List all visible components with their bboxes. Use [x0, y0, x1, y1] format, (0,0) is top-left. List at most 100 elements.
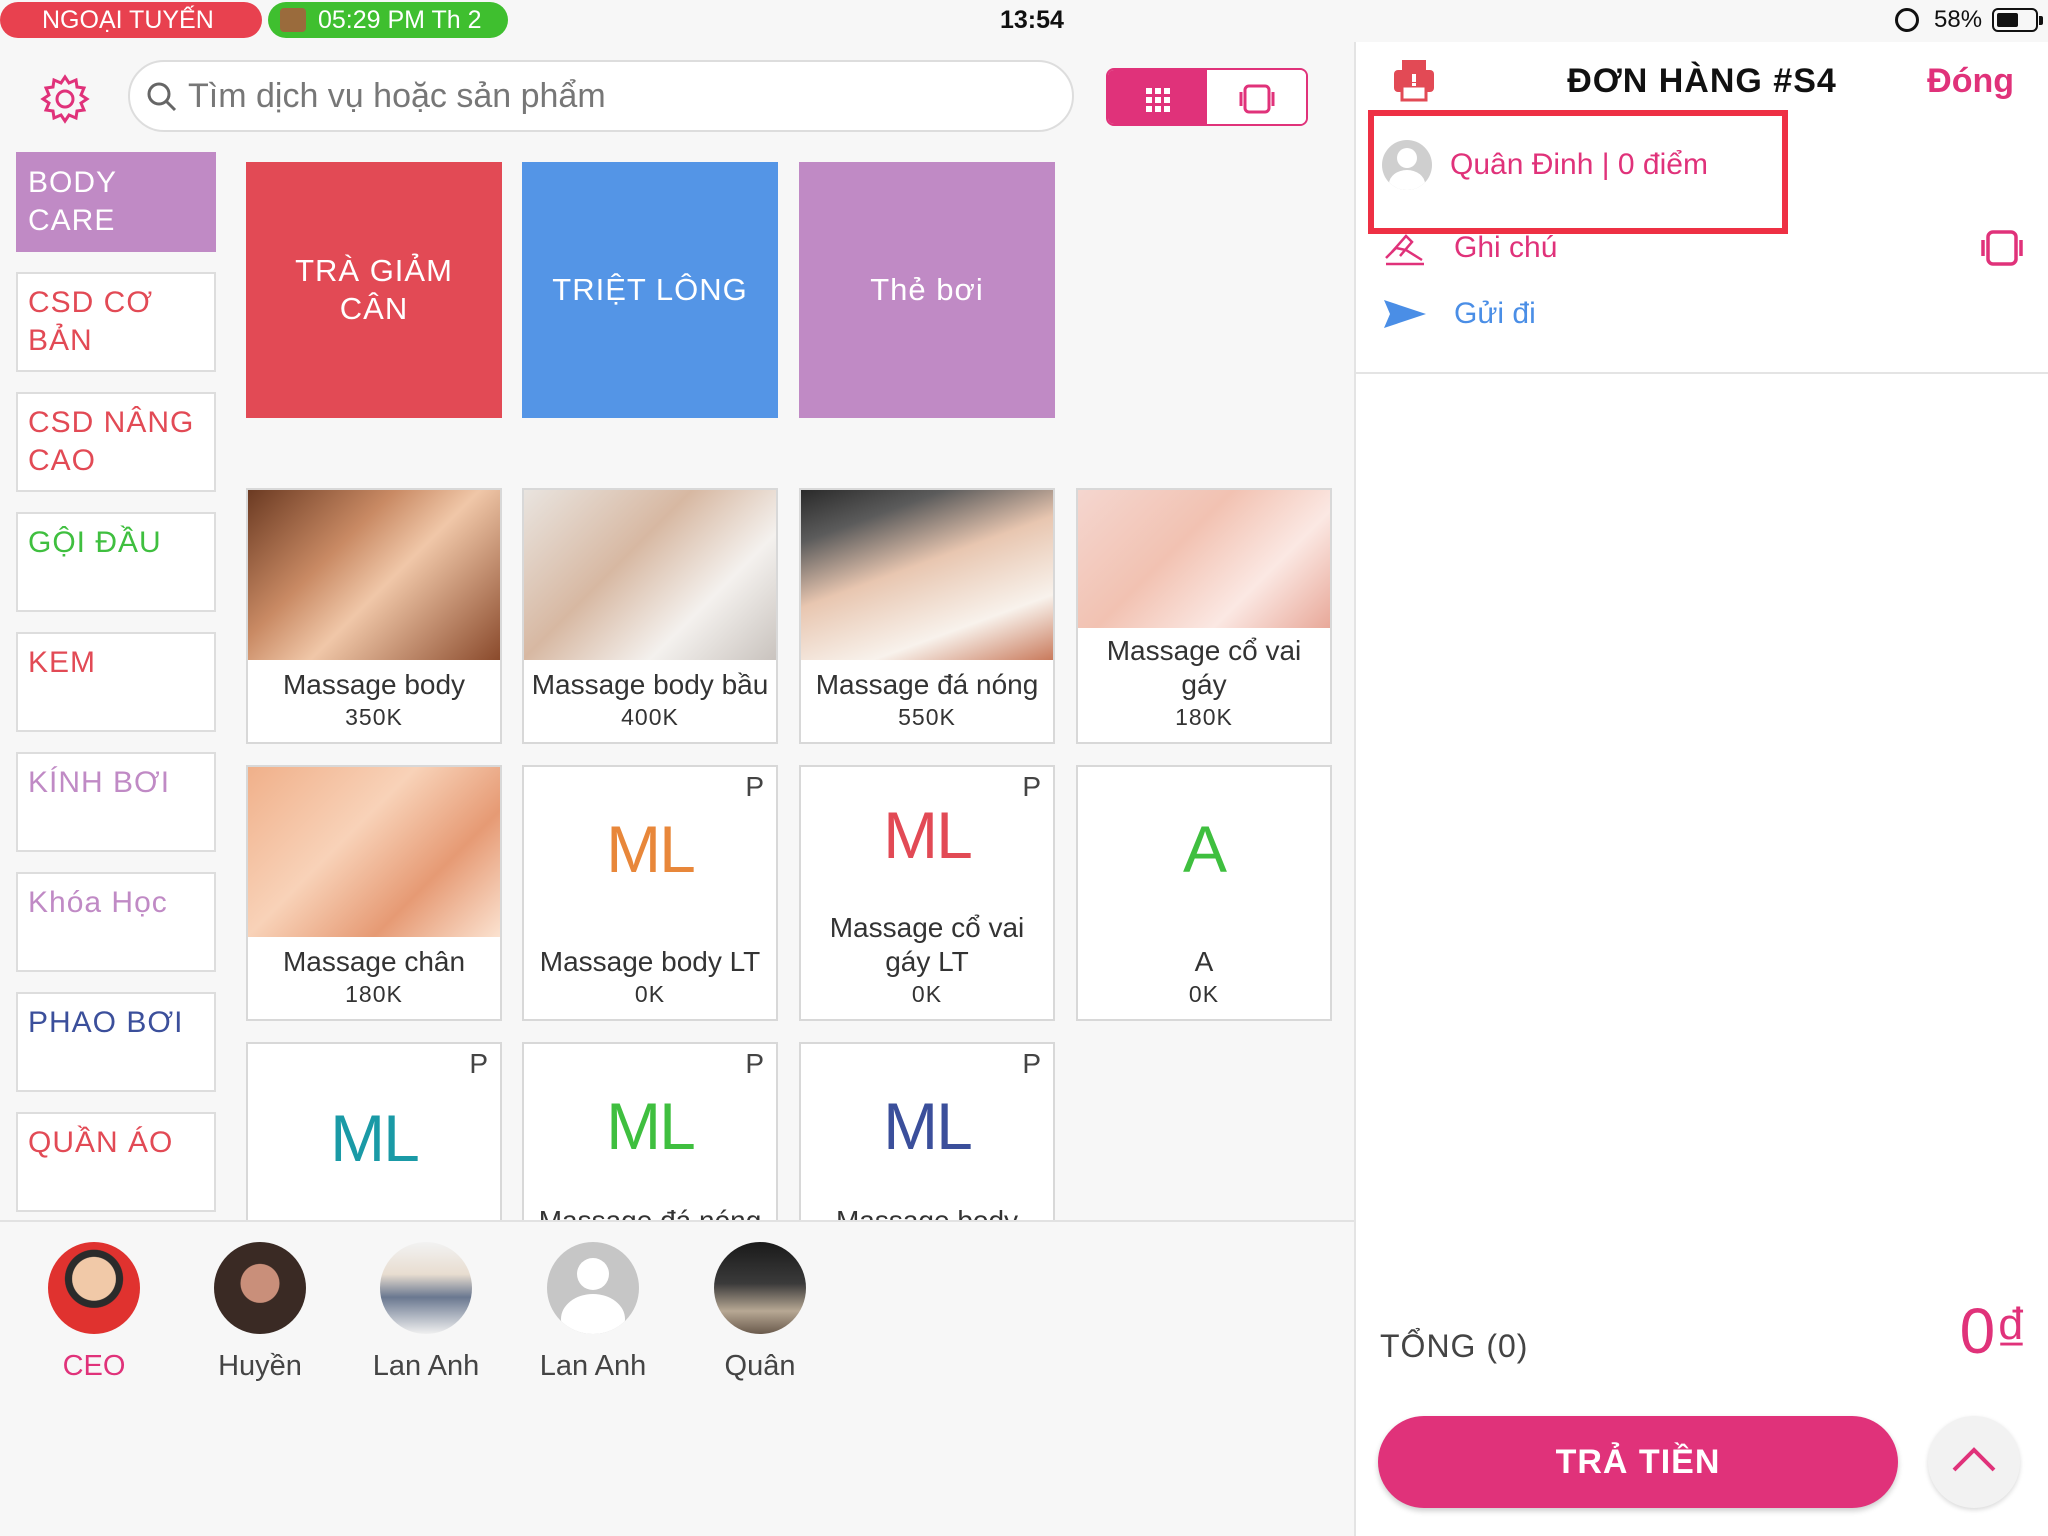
product-initials: ML: [606, 812, 696, 886]
search-icon: [147, 82, 177, 112]
customer-row[interactable]: Quân Đinh | 0 điểm: [1382, 140, 1708, 190]
battery-percentage: 58%: [1934, 6, 1983, 33]
product-initials: ML: [883, 798, 973, 872]
view-mode-toggle[interactable]: [1106, 68, 1308, 126]
product-tile[interactable]: Massage body 350K: [246, 488, 502, 744]
product-name: Massage chân: [282, 946, 466, 977]
rotation-lock-icon: [1895, 8, 1919, 32]
device-frame-icon[interactable]: [1978, 224, 2026, 272]
category-label: CSD NÂNG CAO: [28, 406, 195, 477]
catalog-panel: BODY CARE CSD CƠ BẢN CSD NÂNG CAO GỘI ĐẦU KE…: [0, 42, 1354, 1536]
staff-member[interactable]: CEO: [34, 1242, 154, 1383]
category-item[interactable]: GỘI ĐẦU: [16, 512, 216, 612]
default-avatar-icon: [547, 1242, 639, 1334]
staff-name: Quân: [724, 1350, 796, 1382]
product-tile[interactable]: P ML Massage body: [799, 1042, 1055, 1220]
total-label: TỔNG (0): [1380, 1328, 1529, 1364]
search-bar[interactable]: [128, 60, 1074, 132]
battery-icon: [1992, 8, 2043, 32]
category-label: BODY CARE: [28, 166, 117, 237]
product-name: Massage cổ vai gáy LT: [829, 912, 1025, 977]
product-tile[interactable]: Massage cổ vai gáy 180K: [1076, 488, 1332, 744]
group-tile[interactable]: Thẻ bơi: [799, 162, 1055, 418]
staff-member[interactable]: Lan Anh: [366, 1242, 486, 1383]
product-price: 350K: [345, 704, 403, 730]
group-tile[interactable]: TRIỆT LÔNG: [522, 162, 778, 418]
product-tile[interactable]: P ML Massage cổ vai gáy LT 0K: [799, 765, 1055, 1021]
category-item[interactable]: Khóa Học: [16, 872, 216, 972]
customer-avatar-icon: [1382, 140, 1432, 190]
category-item[interactable]: CSD NÂNG CAO: [16, 392, 216, 492]
session-time-label: 05:29 PM Th 2: [318, 6, 482, 34]
product-price: 180K: [345, 981, 403, 1007]
product-price: 550K: [898, 704, 956, 730]
product-name: Massage body: [805, 1204, 1049, 1220]
package-marker: P: [745, 771, 764, 802]
product-initials: ML: [606, 1089, 696, 1163]
expand-up-button[interactable]: [1928, 1416, 2020, 1508]
staff-avatar: [214, 1242, 306, 1334]
staff-member[interactable]: Huyền: [200, 1242, 320, 1383]
battery-level-fill: [1997, 13, 2018, 27]
close-button[interactable]: Đóng: [1927, 62, 2014, 101]
product-initials: ML: [883, 1089, 973, 1163]
product-price: 0K: [911, 981, 943, 1007]
group-label: Thẻ bơi: [870, 272, 984, 307]
hot-stone-photo: [801, 490, 1053, 660]
group-label: TRÀ GIẢM CÂN: [295, 253, 453, 326]
package-marker: P: [745, 1048, 764, 1079]
grid-view-button[interactable]: [1108, 70, 1207, 124]
scan-view-button[interactable]: [1207, 70, 1306, 124]
staff-avatar: [48, 1242, 140, 1334]
product-tile[interactable]: P ML: [246, 1042, 502, 1220]
category-label: Khóa Học: [28, 886, 168, 919]
product-grid: TRÀ GIẢM CÂN TRIỆT LÔNG Thẻ bơi Massage bod…: [246, 162, 1336, 1220]
package-marker: P: [1022, 1048, 1041, 1079]
product-tile[interactable]: A A 0K: [1076, 765, 1332, 1021]
search-input[interactable]: [188, 70, 1048, 122]
product-tile[interactable]: Massage đá nóng 550K: [799, 488, 1055, 744]
massage-photo: [248, 490, 500, 660]
product-name: A: [1194, 946, 1214, 977]
send-row[interactable]: Gửi đi: [1382, 294, 1536, 334]
group-tile[interactable]: TRÀ GIẢM CÂN: [246, 162, 502, 418]
pregnancy-massage-photo: [524, 490, 776, 660]
category-item[interactable]: QUẦN ÁO: [16, 1112, 216, 1212]
category-item[interactable]: KÍNH BƠI: [16, 752, 216, 852]
product-name: Massage body: [282, 669, 466, 700]
category-label: KÍNH BƠI: [28, 766, 171, 799]
product-name: Massage cổ vai gáy: [1106, 635, 1302, 700]
product-price: 400K: [621, 704, 679, 730]
category-label: GỘI ĐẦU: [28, 526, 162, 559]
staff-name: CEO: [62, 1350, 126, 1382]
category-label: QUẦN ÁO: [28, 1126, 174, 1159]
product-tile[interactable]: P ML Massage đá nóng: [522, 1042, 778, 1220]
category-item[interactable]: CSD CƠ BẢN: [16, 272, 216, 372]
offline-status-label: NGOẠI TUYẾN: [42, 6, 214, 34]
settings-gear-icon[interactable]: [38, 72, 92, 126]
category-item[interactable]: KEM: [16, 632, 216, 732]
staff-avatar: [714, 1242, 806, 1334]
status-bar: NGOẠI TUYẾN 05:29 PM Th 2 13:54 58%: [0, 0, 2048, 42]
product-tile[interactable]: Massage body bầu 400K: [522, 488, 778, 744]
category-item[interactable]: PHAO BƠI: [16, 992, 216, 1092]
note-label: Ghi chú: [1454, 231, 1558, 264]
product-tile[interactable]: P ML Massage body LT 0K: [522, 765, 778, 1021]
category-label: PHAO BƠI: [28, 1006, 184, 1039]
staff-member[interactable]: Quân: [700, 1242, 820, 1383]
staff-member[interactable]: Lan Anh: [533, 1242, 653, 1383]
product-price: 0K: [1188, 981, 1220, 1007]
staff-name: Lan Anh: [372, 1350, 480, 1382]
product-initials: ML: [330, 1101, 420, 1175]
staff-avatar: [380, 1242, 472, 1334]
send-icon: [1384, 300, 1426, 328]
package-icon: [280, 8, 306, 32]
note-row[interactable]: Ghi chú: [1382, 228, 1557, 268]
product-tile[interactable]: Massage chân 180K: [246, 765, 502, 1021]
category-item[interactable]: BODY CARE: [16, 152, 216, 252]
pay-button[interactable]: TRẢ TIỀN: [1378, 1416, 1898, 1508]
product-name: Massage đá nóng: [528, 1204, 772, 1220]
staff-divider: [0, 1220, 1354, 1222]
send-label: Gửi đi: [1454, 297, 1536, 330]
customer-name: Quân Đinh | 0 điểm: [1450, 148, 1708, 181]
